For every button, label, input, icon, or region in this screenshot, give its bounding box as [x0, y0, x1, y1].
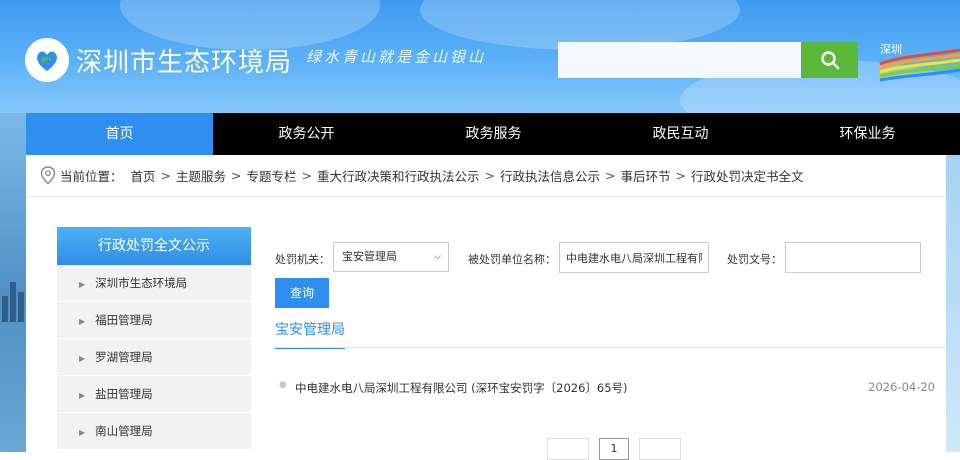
search-button[interactable]: [801, 42, 858, 78]
sidebar-item-label: 深圳市生态环境局: [95, 276, 188, 290]
site-title[interactable]: 深圳市生态环境局: [76, 42, 292, 79]
breadcrumb-separator: >: [675, 168, 687, 183]
breadcrumb-link[interactable]: 主题服务: [176, 166, 226, 185]
sidebar-item-luohu[interactable]: ▶ 罗湖管理局: [57, 339, 251, 376]
breadcrumb-separator: >: [605, 168, 616, 183]
site-logo-icon[interactable]: [25, 38, 69, 82]
sidebar-item-shenzhen-bureau[interactable]: ▶ 深圳市生态环境局: [57, 265, 251, 302]
nav-item-interaction[interactable]: 政民互动: [587, 113, 774, 155]
breadcrumb-separator: >: [484, 168, 496, 183]
doc-number-label: 处罚文号：: [727, 253, 782, 266]
background-right: [946, 113, 960, 452]
building-shape: [10, 282, 16, 322]
doc-number-field[interactable]: [785, 242, 921, 273]
breadcrumb-link[interactable]: 行政执法信息公示: [500, 166, 600, 185]
result-date: 2026-04-20: [868, 380, 935, 394]
sidebar-title: 行政处罚全文公示: [57, 227, 251, 265]
slogan: 绿水青山就是金山银山: [306, 48, 487, 66]
result-title[interactable]: 中电建水电八局深圳工程有限公司 (深环宝安罚字〔2026〕65号): [295, 380, 628, 396]
city-background-left: [0, 113, 26, 452]
sidebar-item-futian[interactable]: ▶ 福田管理局: [57, 302, 251, 339]
building-shape: [18, 292, 24, 322]
bullet-icon: ●: [279, 380, 287, 390]
chevron-right-icon: ▶: [79, 428, 86, 437]
page-number-button[interactable]: 1: [599, 438, 629, 460]
prev-page-button[interactable]: [547, 438, 589, 460]
breadcrumb-current[interactable]: 行政处罚决定书全文: [691, 166, 804, 185]
unit-name-field[interactable]: [559, 242, 709, 273]
section-title: 宝安管理局: [275, 319, 345, 349]
nav-item-government-affairs[interactable]: 政务公开: [213, 113, 400, 155]
list-item[interactable]: ● 中电建水电八局深圳工程有限公司 (深环宝安罚字〔2026〕65号) 2026…: [275, 376, 935, 400]
unit-label: 被处罚单位名称：: [468, 253, 556, 266]
sidebar-item-label: 罗湖管理局: [95, 350, 153, 364]
query-button[interactable]: 查询: [275, 278, 329, 308]
chevron-right-icon: ▶: [79, 391, 86, 400]
svg-text:深圳: 深圳: [880, 43, 902, 56]
breadcrumb-separator: >: [231, 168, 242, 183]
breadcrumb-prefix: 当前位置：: [60, 169, 123, 184]
sidebar-item-yantian[interactable]: ▶ 盐田管理局: [57, 376, 251, 413]
breadcrumb-link[interactable]: 专题专栏: [247, 166, 297, 185]
breadcrumb-separator: >: [160, 168, 172, 183]
chevron-right-icon: ▶: [79, 280, 86, 289]
sidebar-item-label: 福田管理局: [95, 313, 153, 327]
breadcrumb-link[interactable]: 事后环节: [621, 166, 671, 185]
breadcrumb-link[interactable]: 首页: [131, 166, 156, 185]
location-pin-icon: [40, 166, 56, 185]
sidebar-item-label: 盐田管理局: [95, 387, 153, 401]
section-divider: [275, 347, 947, 348]
main-nav: 首页 政务公开 政务服务 政民互动 环保业务: [26, 113, 960, 155]
building-shape: [2, 296, 8, 322]
search-input[interactable]: [558, 42, 801, 78]
chevron-down-icon: ⌵: [434, 252, 441, 262]
authority-label: 处罚机关：: [275, 253, 330, 266]
shenzhen-brand-logo: 深圳: [878, 40, 960, 84]
nav-item-home[interactable]: 首页: [26, 113, 213, 155]
authority-select[interactable]: 宝安管理局 ⌵: [333, 242, 449, 272]
chevron-right-icon: ▶: [79, 354, 86, 363]
breadcrumb-separator: >: [301, 168, 313, 183]
sidebar-item-nanshan[interactable]: ▶ 南山管理局: [57, 413, 251, 450]
nav-item-environmental-business[interactable]: 环保业务: [774, 113, 960, 155]
authority-select-value: 宝安管理局: [342, 250, 397, 263]
breadcrumb-link[interactable]: 重大行政决策和行政执法公示: [317, 166, 480, 185]
sidebar: 行政处罚全文公示 ▶ 深圳市生态环境局 ▶ 福田管理局 ▶ 罗湖管理局 ▶ 盐田管理局 …: [57, 227, 251, 450]
breadcrumb: 当前位置： 首页 > 主题服务 > 专题专栏 > 重大行政决策和行政执法公示 >…: [26, 155, 946, 197]
chevron-right-icon: ▶: [79, 317, 86, 326]
nav-item-government-services[interactable]: 政务服务: [400, 113, 587, 155]
next-page-button[interactable]: [639, 438, 681, 460]
search-icon: [820, 51, 839, 70]
filter-row: 处罚机关： 宝安管理局 ⌵ 被处罚单位名称： 处罚文号：: [275, 242, 947, 274]
main-content: 行政处罚全文公示 ▶ 深圳市生态环境局 ▶ 福田管理局 ▶ 罗湖管理局 ▶ 盐田管理局 …: [26, 197, 947, 460]
sidebar-item-label: 南山管理局: [95, 424, 153, 438]
site-header: 深圳市生态环境局 绿水青山就是金山银山 深圳: [0, 0, 960, 113]
pagination: 1: [547, 438, 681, 460]
